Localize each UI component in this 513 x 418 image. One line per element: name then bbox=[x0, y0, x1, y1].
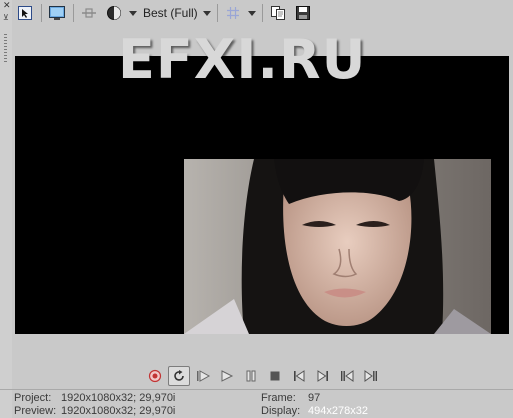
split-icon bbox=[82, 8, 96, 18]
stop-button[interactable] bbox=[264, 366, 286, 386]
project-value: 1920x1080x32; 29,970i bbox=[61, 392, 176, 404]
play-icon bbox=[221, 370, 234, 382]
pin-icon[interactable]: ⊻ bbox=[3, 14, 9, 22]
display-label: Display: bbox=[261, 405, 301, 417]
next-frame-button[interactable] bbox=[360, 366, 382, 386]
play-button[interactable] bbox=[216, 366, 238, 386]
preview-toolbar: Best (Full) bbox=[14, 2, 509, 24]
preview-video-frame bbox=[184, 159, 491, 334]
preview-label: Preview: bbox=[14, 405, 57, 417]
grid-overlay-button[interactable] bbox=[222, 3, 244, 23]
dock-grip[interactable] bbox=[4, 34, 7, 62]
play-from-start-button[interactable] bbox=[192, 366, 214, 386]
go-to-start-button[interactable] bbox=[288, 366, 310, 386]
go-to-start-icon bbox=[294, 370, 305, 382]
project-label: Project: bbox=[14, 392, 52, 404]
frame-value: 97 bbox=[308, 392, 321, 404]
toolbar-separator bbox=[261, 4, 263, 22]
transport-controls bbox=[144, 365, 384, 387]
next-frame-icon bbox=[364, 370, 377, 382]
status-frame-info: Frame: 97 Display: 494x278x32 bbox=[261, 392, 368, 418]
frame-label: Frame: bbox=[261, 392, 296, 404]
overlay-circle-icon bbox=[107, 6, 121, 20]
save-icon bbox=[295, 6, 310, 20]
save-snapshot-button[interactable] bbox=[292, 3, 314, 23]
grid-dropdown-arrow[interactable] bbox=[247, 3, 257, 23]
preview-quality-select[interactable]: Best (Full) bbox=[143, 6, 198, 20]
status-divider bbox=[0, 389, 513, 390]
record-button[interactable] bbox=[144, 366, 166, 386]
external-monitor-button[interactable] bbox=[46, 3, 68, 23]
pause-icon bbox=[246, 370, 256, 382]
chevron-down-icon bbox=[202, 10, 211, 16]
close-icon[interactable]: ✕ bbox=[3, 2, 11, 11]
go-to-end-icon bbox=[317, 370, 328, 382]
left-gutter: ✕ ⊻ bbox=[0, 0, 12, 418]
preview-value: 1920x1080x32; 29,970i bbox=[61, 405, 176, 417]
select-tool-button[interactable] bbox=[14, 3, 36, 23]
loop-icon bbox=[174, 370, 184, 381]
display-value: 494x278x32 bbox=[308, 405, 368, 417]
go-to-end-button[interactable] bbox=[312, 366, 334, 386]
status-project-info: Project: 1920x1080x32; 29,970i Preview: 19… bbox=[14, 392, 175, 418]
chevron-down-icon bbox=[247, 10, 256, 16]
pause-button[interactable] bbox=[240, 366, 262, 386]
split-screen-button[interactable] bbox=[78, 3, 100, 23]
video-preview-area[interactable] bbox=[15, 56, 509, 334]
copy-icon bbox=[270, 6, 285, 20]
watermark-text: EFXI.RU bbox=[118, 28, 367, 91]
record-icon bbox=[148, 369, 162, 383]
previous-frame-icon bbox=[341, 370, 354, 382]
overlays-button[interactable] bbox=[103, 3, 125, 23]
overlays-dropdown-arrow[interactable] bbox=[128, 3, 138, 23]
toolbar-separator bbox=[216, 4, 218, 22]
select-icon bbox=[18, 6, 32, 20]
copy-snapshot-button[interactable] bbox=[267, 3, 289, 23]
video-frame-image bbox=[184, 159, 491, 334]
grid-icon bbox=[226, 7, 239, 19]
play-from-start-icon bbox=[197, 370, 211, 382]
toolbar-separator bbox=[73, 4, 74, 22]
loop-playback-button[interactable] bbox=[168, 366, 190, 386]
monitor-icon bbox=[49, 6, 65, 20]
chevron-down-icon bbox=[129, 10, 137, 16]
quality-dropdown-arrow[interactable] bbox=[202, 3, 212, 23]
previous-frame-button[interactable] bbox=[336, 366, 358, 386]
toolbar-separator bbox=[41, 4, 42, 22]
stop-icon bbox=[270, 371, 280, 381]
